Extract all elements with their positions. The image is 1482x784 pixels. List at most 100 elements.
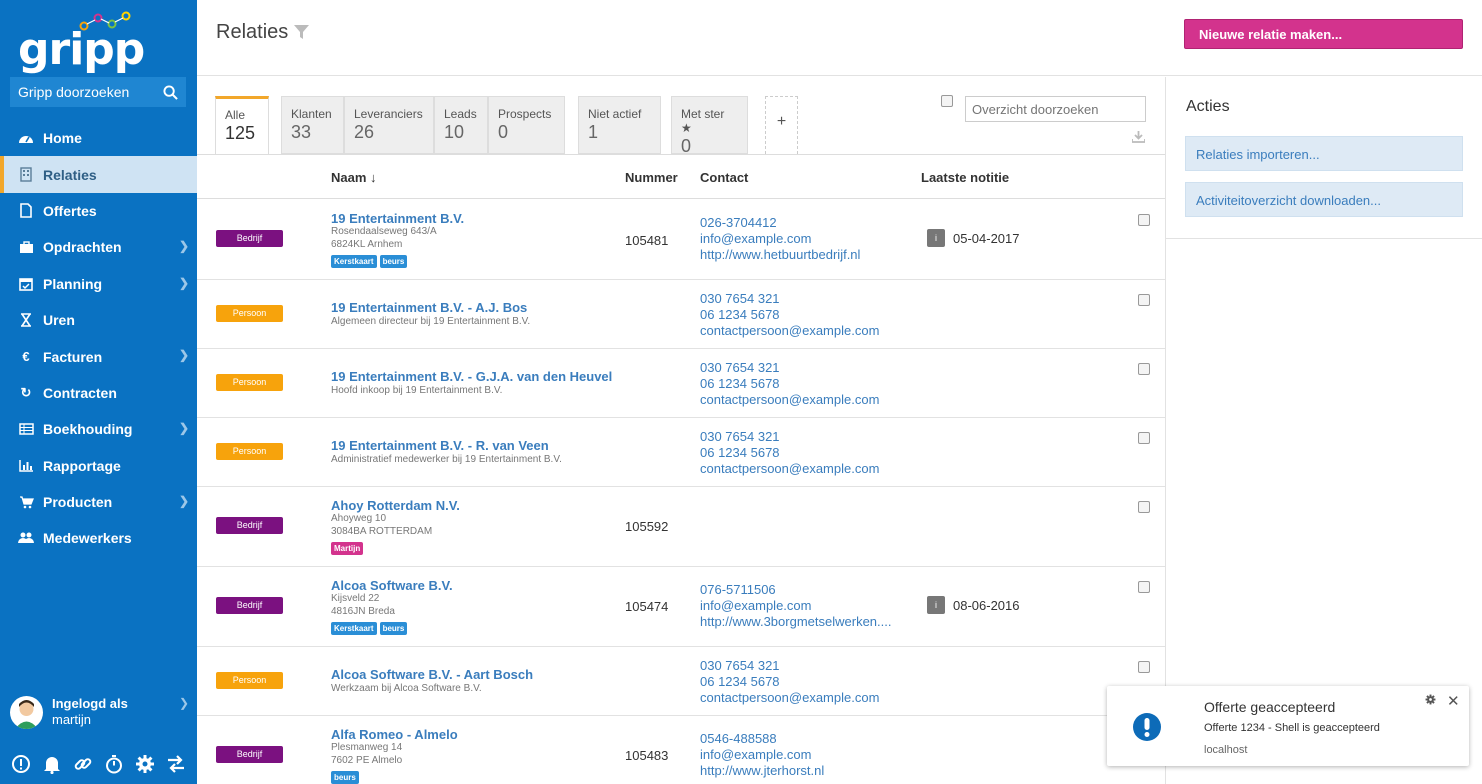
table-row[interactable]: Bedrijf 19 Entertainment B.V. Rosendaals… <box>197 200 1165 280</box>
column-header-name[interactable]: Naam ↓ <box>331 170 377 185</box>
sidebar-item-rapportage[interactable]: Rapportage <box>0 448 197 484</box>
sidebar-item-facturen[interactable]: € Facturen ❯ <box>0 338 197 374</box>
filter-icon[interactable] <box>294 25 309 40</box>
tab-met-ster[interactable]: Met ster ★ 0 <box>671 96 748 156</box>
stopwatch-icon[interactable] <box>103 753 125 775</box>
relation-address-line: 6824KL Arnhem <box>331 239 403 250</box>
download-activity-overview-button[interactable]: Activiteitoverzicht downloaden... <box>1185 182 1463 217</box>
tab-leads[interactable]: Leads 10 <box>434 96 488 154</box>
relation-name-link[interactable]: Alcoa Software B.V. - Aart Bosch <box>331 667 533 682</box>
contact-mobile-link[interactable]: 06 1234 5678 <box>700 674 879 690</box>
row-checkbox[interactable] <box>1138 363 1150 375</box>
contact-email-link[interactable]: contactpersoon@example.com <box>700 461 879 477</box>
contact-phone-link[interactable]: 026-3704412 <box>700 215 860 231</box>
gear-icon[interactable] <box>134 753 156 775</box>
contact-phone-link[interactable]: 030 7654 321 <box>700 429 879 445</box>
contact-website-link[interactable]: http://www.jterhorst.nl <box>700 763 824 779</box>
table-row[interactable]: Bedrijf Ahoy Rotterdam N.V. Ahoyweg 10 3… <box>197 487 1165 567</box>
new-relation-button[interactable]: Nieuwe relatie maken... <box>1184 19 1463 49</box>
row-checkbox[interactable] <box>1138 501 1150 513</box>
select-all-checkbox[interactable] <box>941 95 953 107</box>
global-search[interactable]: Gripp doorzoeken <box>10 77 186 107</box>
relation-name-link[interactable]: Ahoy Rotterdam N.V. <box>331 498 460 513</box>
column-header-number[interactable]: Nummer <box>625 170 678 185</box>
relation-name-link[interactable]: 19 Entertainment B.V. - R. van Veen <box>331 438 549 453</box>
last-note[interactable]: i 05-04-2017 <box>927 229 1020 247</box>
tag[interactable]: beurs <box>379 255 408 268</box>
user-menu[interactable]: Ingelogd als martijn ❯ <box>0 688 197 736</box>
table-row[interactable]: Bedrijf Alfa Romeo - Almelo Plesmanweg 1… <box>197 716 1165 784</box>
bell-icon[interactable] <box>41 753 63 775</box>
relation-name-link[interactable]: 19 Entertainment B.V. - A.J. Bos <box>331 300 527 315</box>
sidebar-item-relaties[interactable]: Relaties <box>0 156 197 193</box>
contact-phone-link[interactable]: 030 7654 321 <box>700 658 879 674</box>
sidebar-item-planning[interactable]: Planning ❯ <box>0 266 197 302</box>
sidebar-item-producten[interactable]: Producten ❯ <box>0 484 197 520</box>
tab-niet-actief[interactable]: Niet actief 1 <box>578 96 661 154</box>
tab-leveranciers[interactable]: Leveranciers 26 <box>344 96 434 154</box>
last-note[interactable]: i 08-06-2016 <box>927 596 1020 614</box>
link-icon[interactable] <box>72 753 94 775</box>
download-icon[interactable] <box>1132 131 1145 143</box>
tag[interactable]: Kerstkaart <box>331 622 377 635</box>
relation-name-link[interactable]: 19 Entertainment B.V. - G.J.A. van den H… <box>331 369 612 384</box>
tag[interactable]: beurs <box>331 771 359 784</box>
row-checkbox[interactable] <box>1138 294 1150 306</box>
contact-email-link[interactable]: contactpersoon@example.com <box>700 392 879 408</box>
add-tab-button[interactable]: + <box>765 96 798 154</box>
contact-email-link[interactable]: contactpersoon@example.com <box>700 323 879 339</box>
sidebar-item-contracten[interactable]: ↻ Contracten <box>0 375 197 411</box>
contact-mobile-link[interactable]: 06 1234 5678 <box>700 376 879 392</box>
tag[interactable]: beurs <box>379 622 408 635</box>
import-relations-button[interactable]: Relaties importeren... <box>1185 136 1463 171</box>
toast-settings-gear-icon[interactable] <box>1425 694 1436 705</box>
row-checkbox[interactable] <box>1138 432 1150 444</box>
column-header-contact[interactable]: Contact <box>700 170 748 185</box>
contact-phone-link[interactable]: 0546-488588 <box>700 731 824 747</box>
tab-klanten[interactable]: Klanten 33 <box>281 96 344 154</box>
contact-website-link[interactable]: http://www.3borgmetselwerken.... <box>700 614 891 630</box>
relation-name-link[interactable]: Alcoa Software B.V. <box>331 578 453 593</box>
tab-prospects[interactable]: Prospects 0 <box>488 96 565 154</box>
contact-website-link[interactable]: http://www.hetbuurtbedrijf.nl <box>700 247 860 263</box>
sidebar-item-medewerkers[interactable]: Medewerkers <box>0 520 197 556</box>
global-search-label: Gripp doorzoeken <box>18 84 130 100</box>
relation-name-link[interactable]: Alfa Romeo - Almelo <box>331 727 458 742</box>
contact-email-link[interactable]: info@example.com <box>700 747 824 763</box>
switch-arrows-icon[interactable] <box>165 753 187 775</box>
relation-number: 105474 <box>625 599 669 614</box>
tag[interactable]: Martijn <box>331 542 364 555</box>
sidebar-item-boekhouding[interactable]: Boekhouding ❯ <box>0 411 197 447</box>
alert-icon[interactable] <box>10 753 32 775</box>
contact-email-link[interactable]: contactpersoon@example.com <box>700 690 879 706</box>
row-checkbox[interactable] <box>1138 661 1150 673</box>
toast-close-icon[interactable]: ✕ <box>1447 692 1460 710</box>
contact-mobile-link[interactable]: 06 1234 5678 <box>700 307 879 323</box>
contact-email-link[interactable]: info@example.com <box>700 598 891 614</box>
contact-phone-link[interactable]: 076-5711506 <box>700 582 891 598</box>
column-header-last-note[interactable]: Laatste notitie <box>921 170 1009 185</box>
sidebar-item-uren[interactable]: Uren <box>0 302 197 338</box>
contact-phone-link[interactable]: 030 7654 321 <box>700 291 879 307</box>
tab-alle[interactable]: Alle 125 <box>215 96 269 154</box>
sidebar-item-home[interactable]: Home <box>0 120 197 156</box>
table-row[interactable]: Bedrijf Alcoa Software B.V. Kijsveld 22 … <box>197 567 1165 647</box>
briefcase-icon <box>18 239 34 255</box>
gripp-logo[interactable]: gripp <box>18 10 168 75</box>
type-badge: Bedrijf <box>216 746 283 763</box>
row-checkbox[interactable] <box>1138 214 1150 226</box>
row-checkbox[interactable] <box>1138 581 1150 593</box>
tab-count: 0 <box>498 122 509 142</box>
relation-name-link[interactable]: 19 Entertainment B.V. <box>331 211 464 226</box>
tag[interactable]: Kerstkaart <box>331 255 377 268</box>
table-row[interactable]: Persoon 19 Entertainment B.V. - A.J. Bos… <box>197 280 1165 349</box>
overview-search-input[interactable] <box>965 96 1146 122</box>
sidebar-item-opdrachten[interactable]: Opdrachten ❯ <box>0 229 197 265</box>
contact-email-link[interactable]: info@example.com <box>700 231 860 247</box>
table-row[interactable]: Persoon Alcoa Software B.V. - Aart Bosch… <box>197 647 1165 716</box>
contact-phone-link[interactable]: 030 7654 321 <box>700 360 879 376</box>
table-row[interactable]: Persoon 19 Entertainment B.V. - G.J.A. v… <box>197 349 1165 418</box>
table-row[interactable]: Persoon 19 Entertainment B.V. - R. van V… <box>197 418 1165 487</box>
sidebar-item-offertes[interactable]: Offertes <box>0 193 197 229</box>
contact-mobile-link[interactable]: 06 1234 5678 <box>700 445 879 461</box>
